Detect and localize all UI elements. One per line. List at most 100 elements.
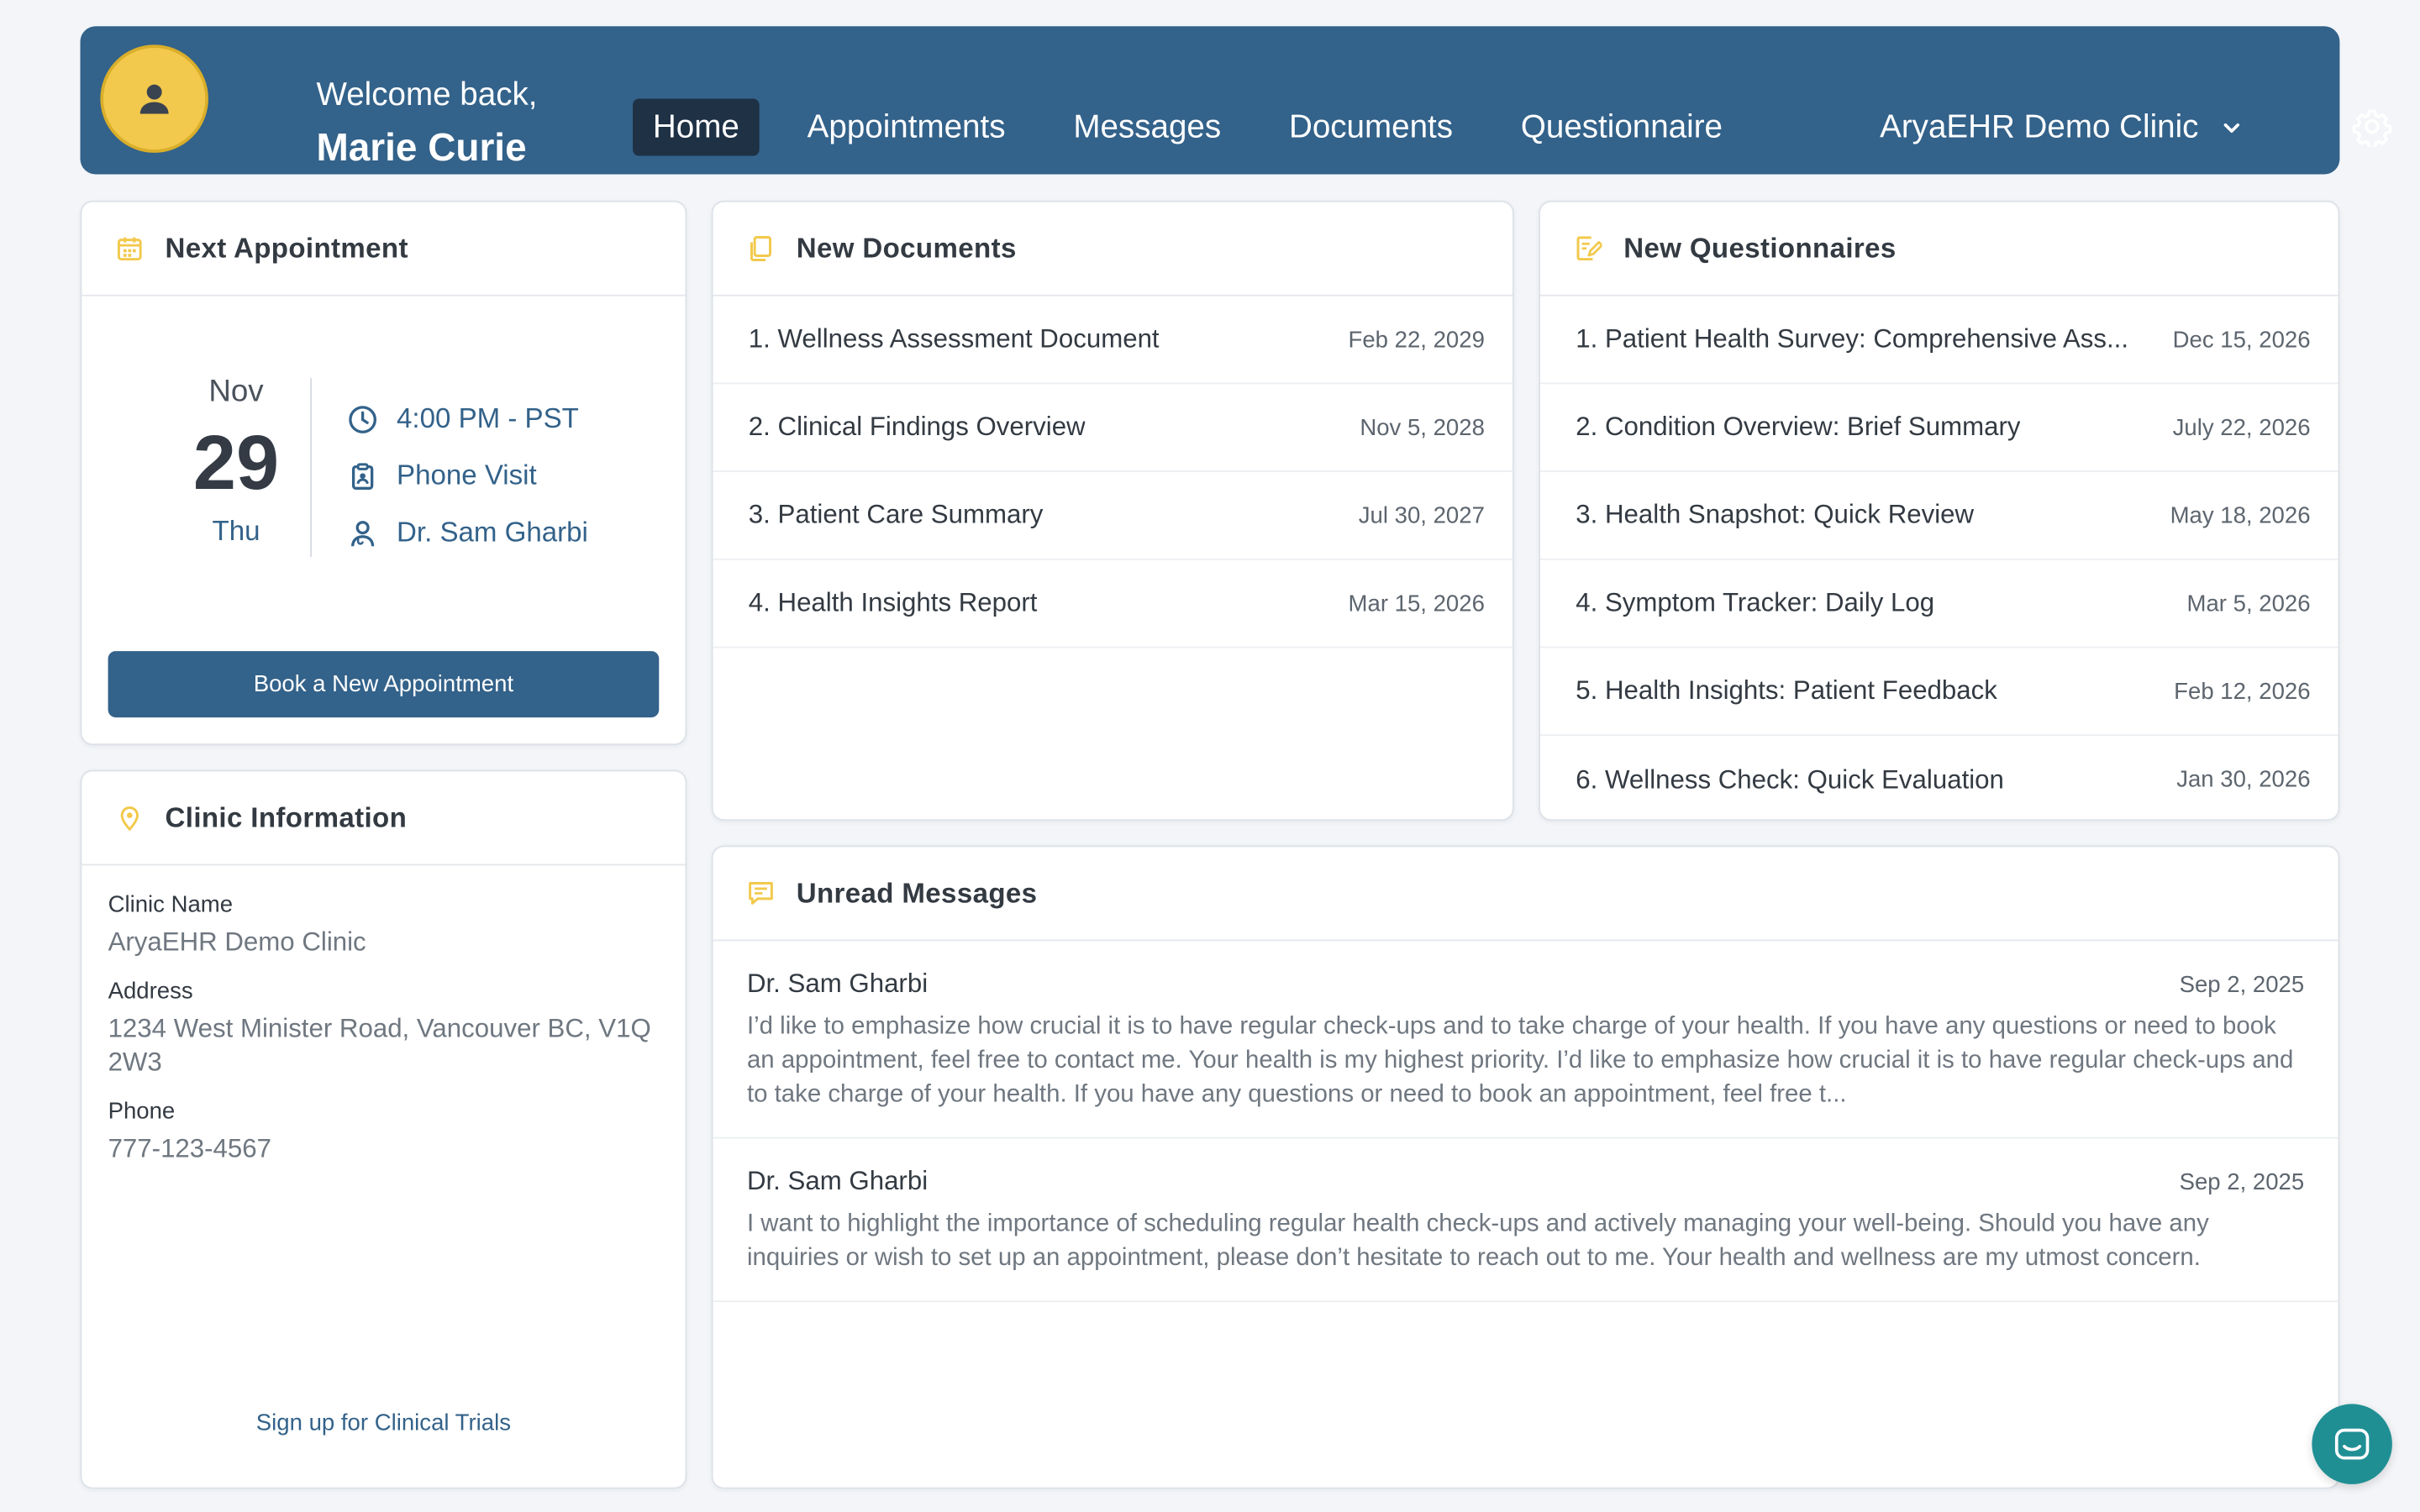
doctor-icon — [347, 517, 378, 549]
appointment-month: Nov — [208, 375, 264, 409]
appointment-type-row: Phone Visit — [347, 448, 588, 505]
nav-questionnaire[interactable]: Questionnaire — [1501, 99, 1743, 156]
questionnaire-name: 3. Health Snapshot: Quick Review — [1576, 500, 1975, 529]
clinic-name-label: Clinic Name — [108, 891, 234, 918]
appointment-doctor-row: Dr. Sam Gharbi — [347, 505, 588, 562]
chat-icon — [2330, 1422, 2373, 1465]
book-appointment-button[interactable]: Book a New Appointment — [108, 651, 660, 718]
card-title: Unread Messages — [796, 877, 1038, 908]
document-date: Jul 30, 2027 — [1358, 501, 1485, 529]
questionnaire-item[interactable]: 4. Symptom Tracker: Daily Log Mar 5, 202… — [1540, 560, 2338, 648]
message-sender: Dr. Sam Gharbi — [746, 1166, 929, 1196]
clinic-selector[interactable]: AryaEHR Demo Clinic — [1880, 99, 2242, 156]
divider — [310, 377, 313, 558]
document-date: Feb 22, 2029 — [1348, 326, 1485, 353]
message-header: Dr. Sam Gharbi Sep 2, 2025 — [747, 969, 2304, 1000]
new-questionnaires-card: New Questionnaires 1. Patient Health Sur… — [1539, 200, 2340, 824]
address-label: Address — [108, 978, 193, 1005]
phone-label: Phone — [108, 1098, 176, 1125]
phone-value: 777-123-4567 — [108, 1133, 272, 1163]
message-header: Dr. Sam Gharbi Sep 2, 2025 — [747, 1167, 2304, 1198]
appointment-day: 29 — [192, 419, 280, 507]
questionnaire-date: Mar 5, 2026 — [2186, 590, 2311, 617]
clock-icon — [347, 403, 378, 434]
clipboard-icon — [347, 460, 378, 491]
questionnaire-date: May 18, 2026 — [2170, 501, 2311, 529]
questionnaire-item[interactable]: 3. Health Snapshot: Quick Review May 18,… — [1540, 472, 2338, 560]
message-date: Sep 2, 2025 — [2179, 971, 2305, 998]
questionnaires-list: 1. Patient Health Survey: Comprehensive … — [1540, 297, 2338, 824]
questionnaire-name: 4. Symptom Tracker: Daily Log — [1576, 587, 1935, 617]
address-value: 1234 West Minister Road, Vancouver BC, V… — [108, 1013, 651, 1078]
document-item[interactable]: 2. Clinical Findings Overview Nov 5, 202… — [713, 384, 1512, 473]
card-header: Unread Messages — [713, 847, 2338, 942]
questionnaire-date: Jan 30, 2026 — [2176, 766, 2311, 794]
avatar[interactable] — [100, 45, 208, 153]
questionnaire-name: 6. Wellness Check: Quick Evaluation — [1576, 764, 2004, 794]
questionnaire-item[interactable]: 6. Wellness Check: Quick Evaluation Jan … — [1540, 736, 2338, 824]
questionnaire-icon — [1574, 234, 1602, 262]
gear-icon[interactable] — [2352, 107, 2392, 150]
card-title: Clinic Information — [165, 801, 408, 832]
questionnaire-item[interactable]: 2. Condition Overview: Brief Summary Jul… — [1540, 384, 2338, 473]
message-date: Sep 2, 2025 — [2179, 1168, 2305, 1195]
location-pin-icon — [116, 804, 144, 832]
document-date: Mar 15, 2026 — [1348, 590, 1485, 617]
appointment-doctor: Dr. Sam Gharbi — [397, 517, 588, 549]
document-item[interactable]: 3. Patient Care Summary Jul 30, 2027 — [713, 472, 1512, 560]
documents-icon — [747, 234, 775, 262]
message-preview: I want to highlight the importance of sc… — [746, 1210, 2209, 1272]
unread-messages-card: Unread Messages Dr. Sam Gharbi Sep 2, 20… — [711, 845, 2340, 1489]
document-item[interactable]: 4. Health Insights Report Mar 15, 2026 — [713, 560, 1512, 648]
card-title: New Questionnaires — [1623, 232, 1897, 264]
chat-button[interactable] — [2312, 1404, 2392, 1484]
message-icon — [747, 879, 775, 907]
nav-home[interactable]: Home — [633, 98, 760, 156]
document-name: 1. Wellness Assessment Document — [748, 323, 1160, 354]
nav-messages[interactable]: Messages — [1053, 99, 1241, 156]
questionnaire-item[interactable]: 5. Health Insights: Patient Feedback Feb… — [1540, 648, 2338, 737]
questionnaire-date: Feb 12, 2026 — [2174, 678, 2311, 705]
appointment-time-row: 4:00 PM - PST — [347, 391, 588, 448]
next-appointment-card: Next Appointment Nov 29 Thu 4:00 PM - PS… — [80, 200, 687, 746]
message-preview: I’d like to emphasize how crucial it is … — [746, 1013, 2294, 1108]
clinic-name-value: AryaEHR Demo Clinic — [108, 927, 366, 957]
questionnaire-name: 2. Condition Overview: Brief Summary — [1576, 412, 2021, 442]
questionnaire-name: 5. Health Insights: Patient Feedback — [1576, 675, 1997, 706]
user-name: Marie Curie — [316, 126, 527, 171]
clinical-trials-link[interactable]: Sign up for Clinical Trials — [82, 1410, 685, 1436]
appointment-weekday: Thu — [212, 515, 260, 547]
appointment-type: Phone Visit — [397, 459, 537, 491]
message-sender: Dr. Sam Gharbi — [746, 969, 929, 999]
clinic-information-card: Clinic Information Clinic Name AryaEHR D… — [80, 769, 687, 1489]
document-date: Nov 5, 2028 — [1360, 414, 1485, 441]
document-name: 3. Patient Care Summary — [748, 500, 1044, 529]
app-root: Welcome back, Marie Curie Home Appointme… — [0, 0, 2420, 1512]
appointment-date: Nov 29 Thu — [175, 375, 298, 548]
card-header: New Questionnaires — [1540, 202, 2338, 297]
message-item[interactable]: Dr. Sam Gharbi Sep 2, 2025 I’d like to e… — [713, 941, 2338, 1139]
document-name: 4. Health Insights Report — [748, 587, 1038, 617]
welcome-text: Welcome back, — [316, 76, 538, 113]
questionnaire-date: July 22, 2026 — [2172, 414, 2311, 441]
document-item[interactable]: 1. Wellness Assessment Document Feb 22, … — [713, 297, 1512, 385]
documents-list: 1. Wellness Assessment Document Feb 22, … — [713, 297, 1512, 648]
user-icon — [134, 79, 175, 119]
messages-list: Dr. Sam Gharbi Sep 2, 2025 I’d like to e… — [713, 941, 2338, 1303]
chevron-down-icon — [2220, 117, 2242, 139]
clinic-info-body: Clinic Name AryaEHR Demo Clinic Address … — [108, 892, 655, 1167]
clinic-selector-label: AryaEHR Demo Clinic — [1880, 109, 2199, 145]
appointment-time: 4:00 PM - PST — [397, 402, 579, 434]
card-header: Next Appointment — [82, 202, 686, 297]
nav-appointments[interactable]: Appointments — [787, 99, 1026, 156]
card-header: Clinic Information — [82, 771, 686, 866]
welcome-block: Welcome back, Marie Curie — [317, 72, 538, 177]
main-nav: Home Appointments Messages Documents Que… — [633, 98, 1770, 156]
new-documents-card: New Documents 1. Wellness Assessment Doc… — [711, 200, 1514, 822]
questionnaire-date: Dec 15, 2026 — [2172, 326, 2311, 353]
top-header: Welcome back, Marie Curie Home Appointme… — [80, 26, 2392, 177]
questionnaire-item[interactable]: 1. Patient Health Survey: Comprehensive … — [1540, 297, 2338, 385]
nav-documents[interactable]: Documents — [1269, 99, 1473, 156]
message-item[interactable]: Dr. Sam Gharbi Sep 2, 2025 I want to hig… — [713, 1138, 2338, 1303]
calendar-icon — [116, 234, 144, 262]
